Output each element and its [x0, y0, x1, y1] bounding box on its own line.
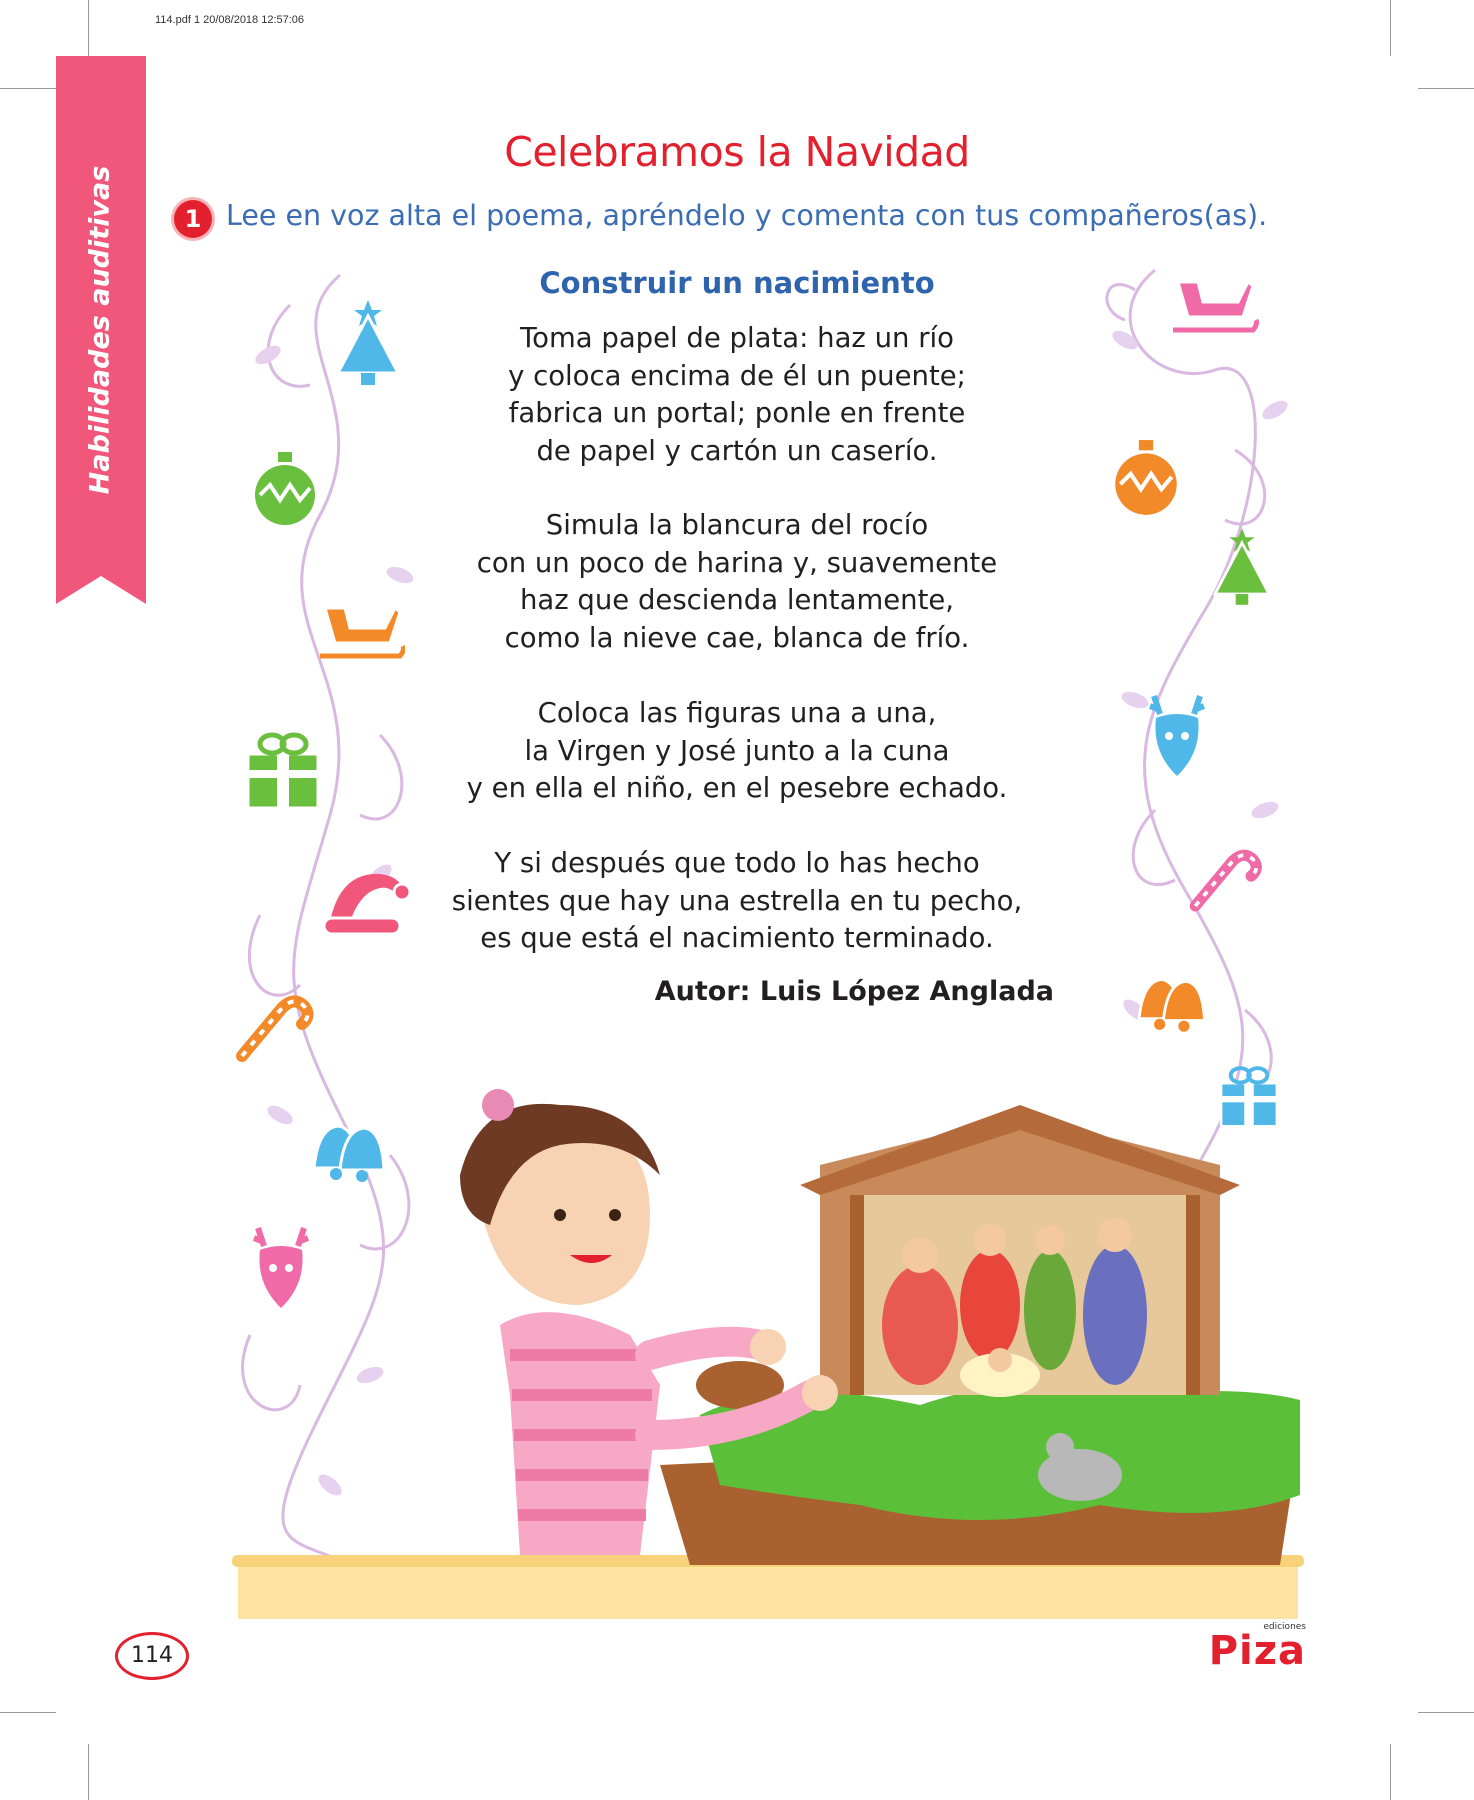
- publisher-name: Piza: [1208, 1628, 1306, 1674]
- poem-line: fabrica un portal; ponle en frente: [508, 397, 966, 429]
- poem-stanza-3: Coloca las figuras una a una, la Virgen …: [0, 695, 1474, 808]
- poem-line: es que está el nacimiento terminado.: [480, 922, 994, 954]
- poem-line: de papel y cartón un caserío.: [536, 434, 938, 467]
- poem-line: haz que descienda lentamente,: [519, 584, 955, 616]
- publisher-logo: ediciones Piza: [1206, 1622, 1306, 1678]
- poem-line: como la nieve cae, blanca de frío.: [504, 621, 970, 654]
- poem-line: Toma papel de plata: haz un río: [520, 322, 954, 354]
- poem-line: sientes que hay una estrella en tu pecho…: [451, 884, 1023, 917]
- nativity-illustration: [232, 1089, 1304, 1619]
- poem-stanza-1: Toma papel de plata: haz un río y coloca…: [0, 320, 1474, 470]
- poem-line: y coloca encima de él un puente;: [508, 359, 966, 392]
- activity-instruction: Lee en voz alta el poema, apréndelo y co…: [226, 199, 1268, 232]
- poem-line: con un poco de harina y, suavemente: [476, 546, 998, 579]
- poem-author: Autor: Luis López Anglada: [654, 976, 1054, 1007]
- page-number: 114: [115, 1632, 189, 1680]
- poem-title: Construir un nacimiento: [539, 266, 935, 300]
- poem-line: Y si después que todo lo has hecho: [494, 847, 980, 879]
- bells-icon-right: [1137, 978, 1206, 1032]
- poem-stanza-4: Y si después que todo lo has hecho sient…: [0, 845, 1474, 958]
- poem-line: Simula la blancura del rocío: [545, 509, 929, 541]
- poem-stanza-2: Simula la blancura del rocío con un poco…: [0, 507, 1474, 657]
- print-header: 114.pdf 1 20/08/2018 12:57:06: [155, 14, 305, 26]
- activity-number-badge: 1: [174, 200, 212, 238]
- poem-line: y en ella el niño, en el pesebre echado.: [466, 772, 1008, 804]
- candy-cane-icon: [236, 995, 314, 1062]
- poem-line: Coloca las figuras una a una,: [537, 697, 937, 729]
- page-title: Celebramos la Navidad: [504, 128, 970, 176]
- poem-line: la Virgen y José junto a la cuna: [524, 734, 950, 767]
